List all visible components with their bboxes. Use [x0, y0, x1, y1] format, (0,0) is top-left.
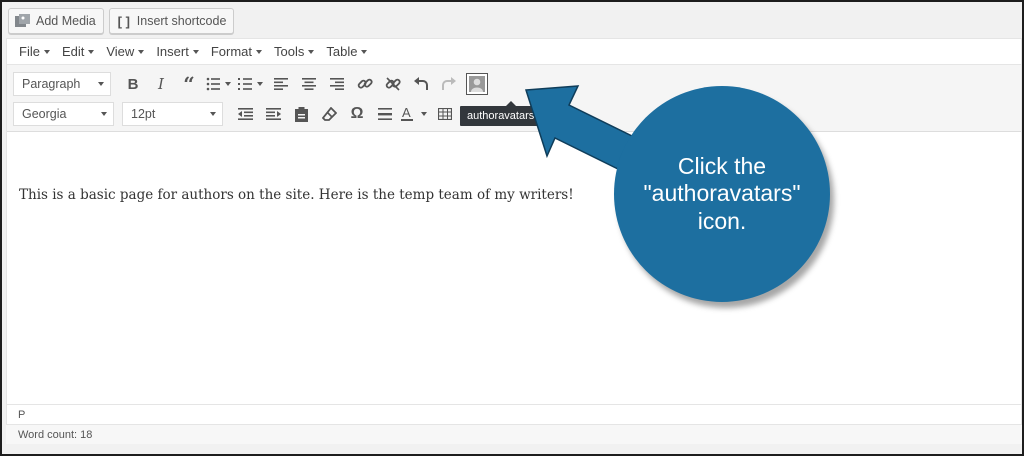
caret-down-icon: [308, 49, 315, 54]
align-left-button[interactable]: [267, 71, 295, 97]
link-icon: [357, 78, 373, 89]
bold-icon: B: [127, 75, 139, 93]
media-buttons-row: Add Media [ ] Insert shortcode: [8, 8, 235, 34]
svg-text:A: A: [402, 106, 411, 120]
insert-table-button[interactable]: [431, 101, 459, 127]
add-media-icon: [15, 13, 31, 29]
bold-button[interactable]: B: [119, 71, 147, 97]
numbered-list-icon: [238, 78, 263, 90]
outdent-button[interactable]: [231, 101, 259, 127]
menu-label: Tools: [274, 44, 305, 59]
menu-format[interactable]: Format: [205, 39, 268, 65]
redo-icon: [442, 77, 456, 90]
undo-button[interactable]: [407, 71, 435, 97]
menubar: File Edit View Insert Format Tools Table: [7, 39, 1021, 65]
format-select[interactable]: Paragraph: [13, 72, 111, 96]
menu-label: File: [19, 44, 40, 59]
align-right-icon: [330, 78, 344, 90]
menu-label: Insert: [156, 44, 189, 59]
authoravatars-icon: [469, 76, 485, 92]
menu-table[interactable]: Table: [320, 39, 373, 65]
toolbar-row-1: Paragraph B I “: [13, 69, 1021, 99]
italic-icon: I: [158, 75, 164, 93]
caret-down-icon: [138, 49, 145, 54]
align-center-icon: [302, 78, 316, 90]
add-media-button[interactable]: Add Media: [8, 8, 104, 34]
screenshot-frame: Add Media [ ] Insert shortcode File Edit…: [0, 0, 1024, 456]
outdent-icon: [237, 108, 253, 120]
caret-down-icon: [361, 49, 368, 54]
caret-down-icon: [192, 49, 199, 54]
font-family-select[interactable]: Georgia: [13, 102, 114, 126]
numbered-list-button[interactable]: [235, 71, 267, 97]
align-right-button[interactable]: [323, 71, 351, 97]
menu-edit[interactable]: Edit: [56, 39, 100, 65]
horizontal-line-button[interactable]: [371, 101, 399, 127]
element-path[interactable]: P: [7, 404, 1021, 424]
menu-label: View: [106, 44, 135, 59]
caret-down-icon: [256, 49, 262, 54]
add-media-label: Add Media: [36, 14, 96, 28]
menu-insert[interactable]: Insert: [150, 39, 205, 65]
font-family-value: Georgia: [22, 107, 67, 121]
shortcode-icon: [ ]: [117, 13, 130, 29]
remove-link-button[interactable]: [379, 71, 407, 97]
menu-file[interactable]: File: [13, 39, 56, 65]
insert-shortcode-label: Insert shortcode: [136, 14, 227, 28]
indent-icon: [265, 108, 281, 120]
clear-formatting-button[interactable]: [315, 101, 343, 127]
unlink-icon: [385, 77, 401, 91]
insert-link-button[interactable]: [351, 71, 379, 97]
menu-label: Table: [326, 44, 358, 59]
italic-button[interactable]: I: [147, 71, 175, 97]
quote-icon: “: [183, 72, 195, 96]
bullet-list-button[interactable]: [203, 71, 235, 97]
special-character-button[interactable]: Ω: [343, 101, 371, 127]
editor-paragraph: This is a basic page for authors on the …: [19, 187, 574, 203]
authoravatars-button[interactable]: [466, 73, 488, 95]
caret-down-icon: [43, 49, 50, 54]
horizontal-line-icon: [378, 108, 392, 120]
caret-down-icon: [210, 112, 216, 116]
text-color-button[interactable]: A: [399, 101, 431, 127]
format-select-value: Paragraph: [22, 77, 81, 91]
table-icon: [438, 108, 452, 120]
editor-box: File Edit View Insert Format Tools Table…: [6, 38, 1022, 444]
clipboard-icon: [294, 106, 308, 122]
menu-label: Edit: [61, 44, 85, 59]
indent-button[interactable]: [259, 101, 287, 127]
text-color-icon: A: [401, 106, 427, 121]
bullet-list-icon: [206, 77, 231, 91]
caret-down-icon: [98, 82, 104, 86]
word-count: Word count: 18: [18, 428, 93, 441]
insert-shortcode-button[interactable]: [ ] Insert shortcode: [108, 8, 235, 34]
editor-content-area[interactable]: This is a basic page for authors on the …: [7, 160, 1021, 404]
menu-view[interactable]: View: [100, 39, 150, 65]
font-size-value: 12pt: [131, 107, 156, 121]
caret-down-icon: [101, 112, 107, 116]
omega-icon: Ω: [350, 105, 364, 122]
paste-text-button[interactable]: [287, 101, 315, 127]
redo-button[interactable]: [435, 71, 463, 97]
menu-tools[interactable]: Tools: [268, 39, 320, 65]
path-element: P: [18, 408, 26, 421]
undo-icon: [414, 77, 428, 90]
authoravatars-tooltip: authoravatars: [460, 101, 542, 126]
eraser-icon: [321, 106, 337, 121]
word-count-bar: Word count: 18: [6, 424, 1022, 444]
blockquote-button[interactable]: “: [175, 71, 203, 97]
font-size-select[interactable]: 12pt: [122, 102, 223, 126]
caret-down-icon: [88, 49, 95, 54]
align-left-icon: [274, 78, 288, 90]
menu-label: Format: [210, 44, 252, 59]
align-center-button[interactable]: [295, 71, 323, 97]
annotation-callout: Click the "authoravatars" icon.: [614, 86, 830, 302]
